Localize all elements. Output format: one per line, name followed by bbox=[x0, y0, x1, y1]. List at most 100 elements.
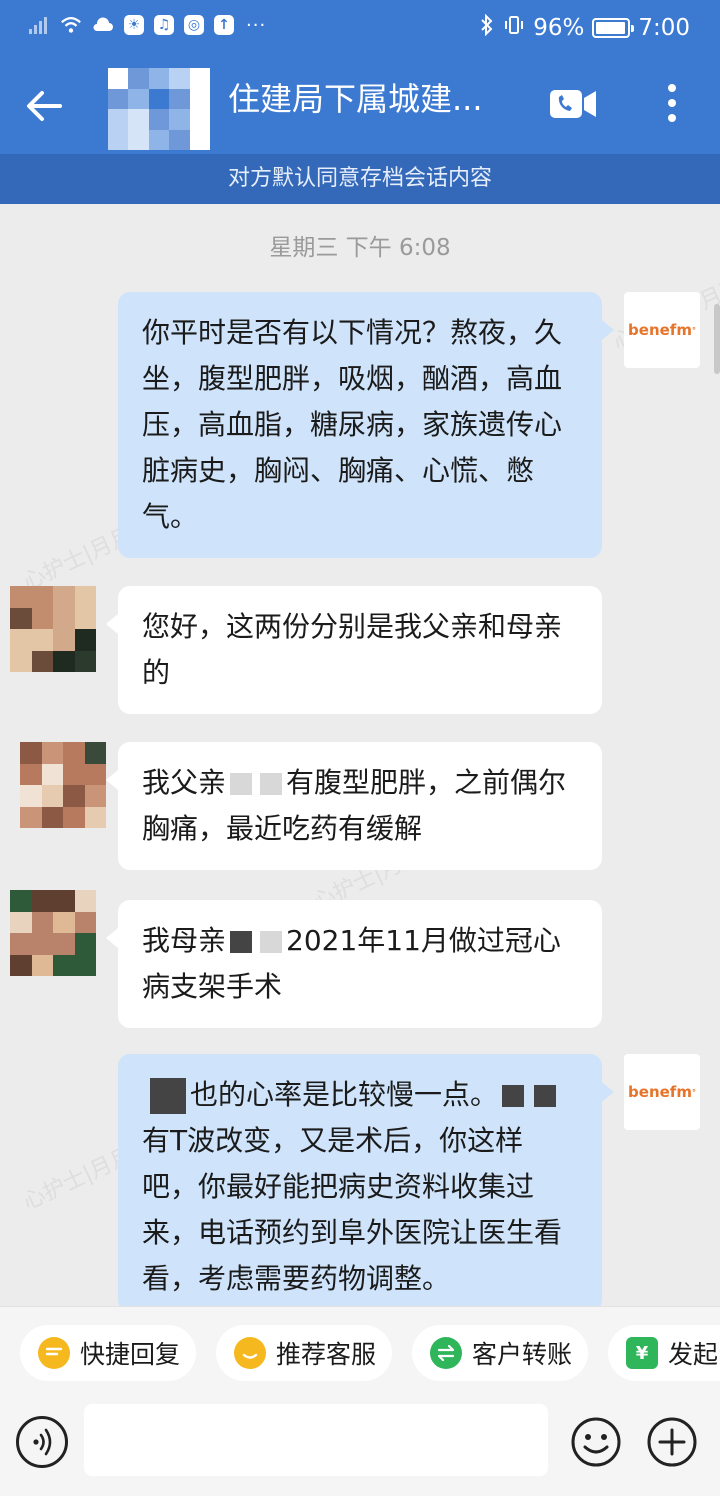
chat-header: 住建局下属城建... bbox=[0, 58, 720, 154]
mosaic-cell bbox=[20, 742, 42, 764]
contact-avatar-small[interactable] bbox=[20, 742, 106, 828]
message-bubble-incoming[interactable]: 我父亲 有腹型肥胖，之前偶尔胸痛，最近吃药有缓解 bbox=[106, 742, 602, 870]
mosaic-cell bbox=[31, 911, 53, 933]
message-bubble-outgoing[interactable]: 你平时是否有以下情况？熬夜，久坐，腹型肥胖，吸烟，酗酒，高血压，高血脂，糖尿病，… bbox=[118, 292, 614, 558]
chat-title[interactable]: 住建局下属城建... bbox=[228, 74, 483, 120]
dot bbox=[668, 99, 676, 107]
shield-icon: ¥ bbox=[626, 1337, 658, 1369]
mosaic-cell bbox=[169, 68, 190, 89]
vibrate-icon bbox=[503, 14, 525, 42]
mosaic-cell bbox=[31, 650, 53, 672]
plus-icon bbox=[647, 1417, 697, 1467]
dot bbox=[668, 84, 676, 92]
sender-avatar-logo[interactable]: benefm ° bbox=[624, 1054, 700, 1130]
back-button[interactable] bbox=[24, 86, 64, 126]
mosaic-cell bbox=[10, 607, 32, 629]
more-options-button[interactable] bbox=[660, 80, 684, 126]
quick-reply-button[interactable]: 快捷回复 bbox=[20, 1325, 197, 1381]
chip-label: 推荐客服 bbox=[276, 1340, 377, 1369]
redacted-mark bbox=[150, 1078, 186, 1114]
message-bubble-outgoing[interactable]: 也的心率是比较慢一点。有T波改变，又是术后，你这样吧，你最好能把病史资料收集过来… bbox=[118, 1054, 614, 1306]
battery-percent: 96% bbox=[533, 15, 585, 41]
clock: 7:00 bbox=[638, 15, 690, 41]
mosaic-cell bbox=[20, 763, 42, 785]
recommend-service-button[interactable]: 推荐客服 bbox=[216, 1325, 393, 1381]
mosaic-cell bbox=[10, 650, 32, 672]
more-notifications-icon: ··· bbox=[246, 14, 267, 36]
mosaic-cell bbox=[84, 742, 106, 764]
mosaic-cell bbox=[74, 650, 96, 672]
wifi-icon bbox=[60, 14, 82, 36]
more-input-button[interactable] bbox=[646, 1416, 698, 1468]
mosaic-cell bbox=[31, 629, 53, 651]
mosaic-cell bbox=[10, 954, 32, 976]
mosaic-cell bbox=[74, 933, 96, 955]
emoji-button[interactable] bbox=[570, 1416, 622, 1468]
mosaic-cell bbox=[31, 954, 53, 976]
mosaic-cell bbox=[74, 954, 96, 976]
redacted-mark bbox=[534, 1085, 557, 1107]
mosaic-cell bbox=[53, 911, 75, 933]
mosaic-cell bbox=[148, 109, 170, 130]
mosaic-cell bbox=[148, 129, 170, 150]
upload-icon: ↑ bbox=[214, 15, 234, 35]
mosaic-cell bbox=[148, 88, 170, 109]
message-text-before: 我母亲 bbox=[142, 924, 227, 957]
video-call-button[interactable] bbox=[548, 84, 598, 124]
mosaic-cell bbox=[53, 650, 75, 672]
archive-notice: 对方默认同意存档会话内容 bbox=[0, 154, 720, 204]
mosaic-cell bbox=[169, 129, 190, 150]
redacted-mark bbox=[260, 773, 283, 795]
signal-icon bbox=[28, 14, 50, 36]
mosaic-cell bbox=[20, 785, 42, 807]
video-call-icon bbox=[550, 90, 596, 118]
message-text: 也的心率是比较慢一点。 bbox=[190, 1078, 499, 1111]
voice-icon bbox=[33, 1428, 52, 1456]
mosaic-cell bbox=[41, 785, 63, 807]
status-icons-right: 96% 7:00 bbox=[479, 13, 690, 42]
chat-area[interactable]: 心护士|月月)@善行医疗8091 心护士|月月)@善行医疗8091 心护士|月月… bbox=[0, 204, 720, 1306]
mosaic-cell bbox=[84, 763, 106, 785]
status-icons-left: ☀ ♫ ◎ ↑ ··· bbox=[28, 14, 266, 36]
mosaic-cell bbox=[84, 806, 106, 828]
status-bar: ☀ ♫ ◎ ↑ ··· 96% 7:00 bbox=[0, 0, 720, 58]
contact-avatar-small[interactable] bbox=[10, 890, 96, 976]
chip-label: 快捷回复 bbox=[80, 1340, 181, 1369]
mosaic-cell bbox=[74, 607, 96, 629]
mosaic-cell bbox=[10, 586, 32, 608]
quick-actions-bar: 快捷回复 推荐客服 客户转账 ¥ 发起 bbox=[0, 1306, 720, 1390]
sender-avatar-logo[interactable]: benefm ° bbox=[624, 292, 700, 368]
mosaic-cell bbox=[53, 607, 75, 629]
mosaic-cell bbox=[31, 933, 53, 955]
back-arrow-icon bbox=[27, 91, 62, 121]
mosaic-cell bbox=[63, 806, 85, 828]
mosaic-cell bbox=[189, 88, 210, 109]
redacted-mark bbox=[502, 1085, 525, 1107]
message-input[interactable] bbox=[84, 1404, 548, 1476]
cloud-icon bbox=[92, 14, 114, 36]
mosaic-cell bbox=[53, 629, 75, 651]
message-bubble-incoming[interactable]: 您好，这两份分别是我父亲和母亲的 bbox=[106, 586, 602, 714]
scroll-indicator[interactable] bbox=[714, 304, 720, 374]
mosaic-cell bbox=[189, 129, 210, 150]
message-text-before: 我父亲 bbox=[142, 766, 227, 799]
contact-avatar[interactable] bbox=[108, 68, 210, 150]
voice-input-button[interactable] bbox=[16, 1416, 68, 1468]
chip-label: 发起 bbox=[668, 1340, 719, 1369]
initiate-button[interactable]: ¥ 发起 bbox=[608, 1325, 720, 1381]
message-bubble-incoming[interactable]: 我母亲 2021年11月做过冠心病支架手术 bbox=[106, 900, 602, 1028]
mosaic-cell bbox=[148, 68, 170, 89]
mosaic-cell bbox=[169, 109, 190, 130]
contact-avatar-small[interactable] bbox=[10, 586, 96, 672]
mosaic-cell bbox=[41, 806, 63, 828]
music-icon: ♫ bbox=[154, 15, 174, 35]
transfer-icon bbox=[430, 1337, 462, 1369]
mosaic-cell bbox=[53, 586, 75, 608]
mosaic-cell bbox=[41, 763, 63, 785]
logo-text: benefm bbox=[628, 321, 692, 339]
customer-transfer-button[interactable]: 客户转账 bbox=[412, 1325, 589, 1381]
message-text: 您好，这两份分别是我父亲和母亲的 bbox=[142, 610, 563, 689]
mosaic-cell bbox=[169, 88, 190, 109]
mosaic-cell bbox=[108, 88, 129, 109]
mosaic-cell bbox=[10, 933, 32, 955]
